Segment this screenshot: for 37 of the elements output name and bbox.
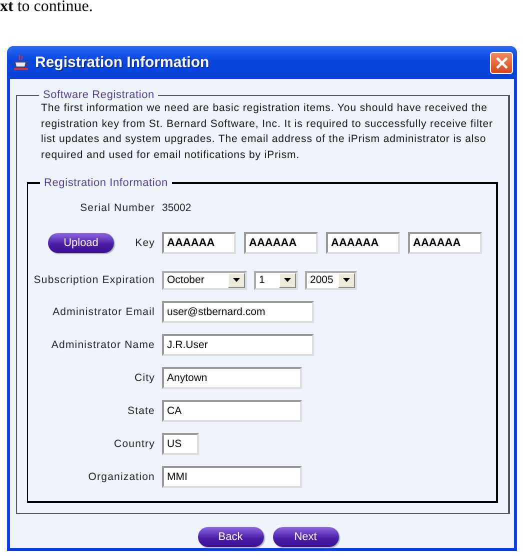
key-field[interactable]: AAAAAA [162, 232, 236, 254]
field-label: Serial Number [79, 202, 155, 214]
dropdown-arrow-icon [284, 278, 291, 282]
key-field[interactable]: AAAAAA [408, 232, 482, 254]
key-field[interactable]: AAAAAA [244, 232, 318, 254]
upload-button[interactable]: Upload [48, 233, 114, 253]
close-icon [496, 56, 508, 68]
year-dropdown[interactable]: 2005 [305, 270, 357, 290]
dropdown-arrow-icon [343, 278, 350, 282]
field-label: Key [135, 237, 155, 249]
field-label: City [134, 372, 155, 384]
text-field[interactable]: MMI [162, 466, 302, 488]
text-field[interactable]: Anytown [162, 366, 302, 388]
text-field[interactable]: user@stbernard.com [162, 300, 314, 322]
group-legend: Software Registration [39, 89, 158, 101]
text-field[interactable]: US [162, 432, 199, 454]
document-text: xt to continue. [0, 0, 94, 17]
field-label: Country [113, 438, 155, 450]
field-label: Administrator Name [50, 338, 155, 350]
field-label: Administrator Email [52, 306, 155, 318]
group-legend: Registration Information [40, 177, 172, 189]
field-label: State [126, 404, 155, 416]
window-title: Registration Information [35, 54, 210, 71]
cup-icon [13, 54, 29, 72]
field-label: Organization [87, 470, 155, 482]
nav-button[interactable]: Next [272, 527, 338, 547]
info-paragraph: The first information we need are basic registration items. You should have received the registration key from St. Bernard Software, Inc. It is required to successfully receive filter list updates and system upgrades. The email address of the iPrism administrator is also required and used for email notifications by iPrism. [41, 101, 494, 162]
month-dropdown[interactable]: October [162, 270, 247, 290]
key-field[interactable]: AAAAAA [326, 232, 400, 254]
dropdown-arrow-icon [233, 278, 240, 282]
serial-number: 35002 [162, 202, 192, 214]
nav-button[interactable]: Back [198, 527, 264, 547]
field-label: Subscription Expiration [32, 274, 155, 286]
day-dropdown[interactable]: 1 [254, 270, 298, 290]
text-field[interactable]: J.R.User [162, 334, 314, 356]
text-field[interactable]: CA [162, 400, 302, 422]
close-button[interactable] [490, 52, 513, 74]
